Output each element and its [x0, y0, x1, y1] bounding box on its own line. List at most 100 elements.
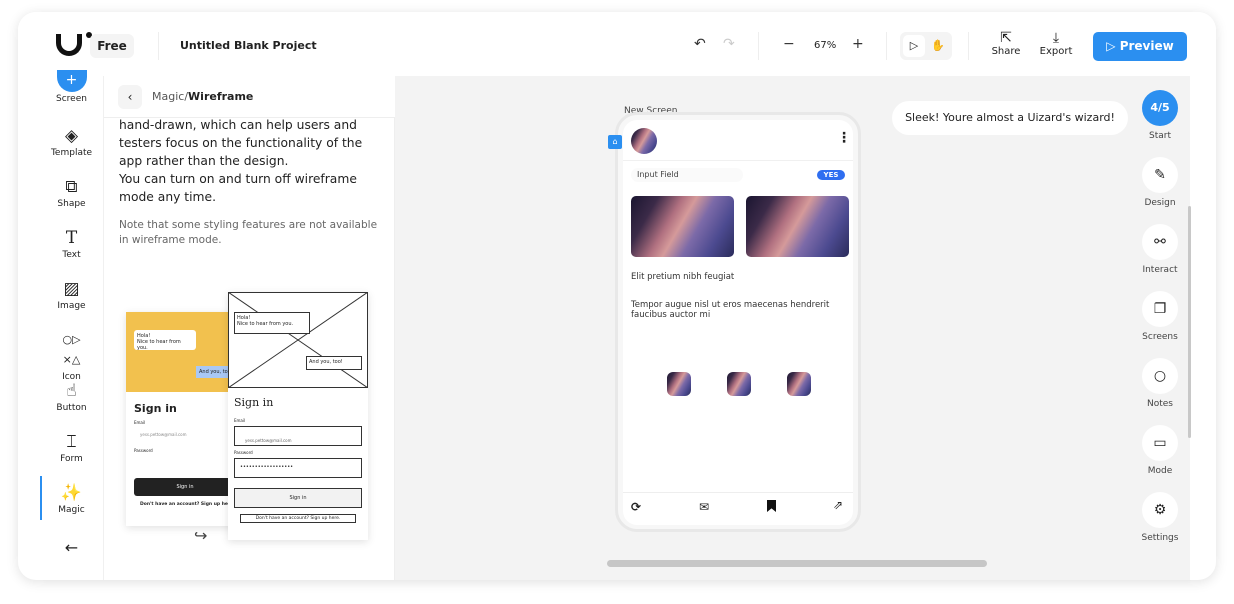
refresh-icon[interactable]: ⟳ — [631, 500, 641, 514]
project-title[interactable]: Untitled Blank Project — [180, 39, 317, 52]
progress-badge[interactable]: 4/5 — [1142, 90, 1178, 126]
play-icon: ▷ — [1106, 39, 1120, 53]
zoom-level[interactable]: 67% — [814, 40, 836, 51]
input-field[interactable]: Input Field — [631, 168, 743, 182]
image — [746, 196, 849, 257]
settings-label[interactable]: Settings — [1130, 533, 1190, 543]
breadcrumb-current: Wireframe — [188, 90, 254, 103]
text-line: mode any time. — [119, 190, 216, 204]
right-toolbar: 4/5 Start ✎ Design ⚯ Interact ❐ Screens … — [1130, 76, 1191, 580]
zoom-in-button[interactable]: + — [852, 36, 864, 52]
text-icon: T — [65, 228, 78, 248]
image-thumbnail — [667, 372, 691, 396]
tool-template[interactable]: ◈ Template — [40, 126, 103, 158]
phone-heading: Elit pretium nibh feugiat — [631, 272, 735, 282]
image-placeholder — [228, 292, 368, 388]
share-button[interactable]: ⇱ Share — [986, 30, 1026, 57]
undo-icon[interactable]: ↶ — [694, 36, 706, 52]
breadcrumb-magic[interactable]: Magic — [152, 90, 184, 103]
mail-icon[interactable]: ✉ — [699, 500, 709, 514]
export-button[interactable]: ⤓ Export — [1036, 30, 1076, 57]
mockup-value: yess.pettow@mail.com — [140, 432, 187, 437]
pencil-icon[interactable]: ✎ — [1142, 157, 1178, 193]
image-icon: ▨ — [63, 279, 80, 299]
image-thumbnail — [787, 372, 811, 396]
notes-icon[interactable]: ○ — [1142, 358, 1178, 394]
shape-icon: ⧉ — [65, 177, 78, 197]
text-line: testers focus on the functionality of th… — [119, 136, 363, 150]
tool-magic[interactable]: ✨ Magic — [40, 483, 103, 515]
tool-form[interactable]: ⌶ Form — [40, 432, 103, 464]
uizard-logo[interactable] — [56, 34, 82, 56]
bookmark-icon[interactable] — [767, 500, 776, 512]
mockup-header — [126, 312, 236, 392]
collapse-arrow-icon[interactable]: ← — [40, 538, 103, 557]
zoom-out-button[interactable]: − — [783, 36, 795, 52]
wire-button: Sign in — [234, 488, 362, 508]
form-icon: ⌶ — [66, 432, 77, 452]
divider — [968, 32, 969, 60]
monitor-icon[interactable]: ▭ — [1142, 425, 1178, 461]
bubble-text: Nice to hear from you. — [137, 339, 181, 351]
interact-label[interactable]: Interact — [1130, 265, 1190, 275]
gear-icon[interactable]: ⚙ — [1142, 492, 1178, 528]
tool-screen[interactable]: + Screen — [40, 70, 103, 104]
horizontal-scrollbar[interactable] — [607, 560, 987, 567]
tool-text[interactable]: T Text — [40, 228, 103, 260]
phone-screen[interactable]: ⋮ Input Field YES Elit pretium nibh feug… — [615, 112, 861, 532]
screens-icon[interactable]: ❐ — [1142, 291, 1178, 327]
divider — [158, 32, 159, 60]
breadcrumb-path: Magic/Wireframe — [152, 90, 253, 103]
button-icon: ☝ — [66, 381, 77, 401]
mockup-label: Email — [134, 420, 146, 425]
styled-mockup: Hola! Nice to hear from you. And you, too… — [126, 312, 236, 526]
tool-shape[interactable]: ⧉ Shape — [40, 177, 103, 209]
tool-button[interactable]: ☝ Button — [40, 381, 103, 413]
vertical-scrollbar[interactable] — [1188, 206, 1191, 438]
export-label: Export — [1039, 46, 1073, 57]
phone-content: ⋮ Input Field YES Elit pretium nibh feug… — [623, 120, 853, 525]
tool-label: Template — [50, 148, 93, 158]
wire-link: Don't have an account? Sign up here. — [240, 514, 356, 523]
download-icon: ⤓ — [1052, 30, 1060, 46]
screens-label[interactable]: Screens — [1130, 332, 1190, 342]
design-label[interactable]: Design — [1130, 198, 1190, 208]
home-screen-icon[interactable]: ⌂ — [608, 135, 622, 149]
text-line: app rather than the design. — [119, 154, 289, 168]
active-indicator — [40, 476, 42, 520]
wire-label: Email — [234, 418, 246, 423]
wire-label: Password — [234, 450, 253, 455]
share-label: Share — [991, 46, 1021, 57]
interact-icon[interactable]: ⚯ — [1142, 224, 1178, 260]
tool-icon[interactable]: ○▷ ×△ Icon — [40, 330, 103, 382]
tip-bubble: Sleek! Youre almost a Uizard's wizard! — [892, 101, 1128, 135]
preview-button[interactable]: ▷ Preview — [1093, 32, 1187, 61]
redo-icon[interactable]: ↷ — [723, 36, 735, 52]
app-window: Free Untitled Blank Project ↶ ↷ − 67% + … — [18, 12, 1216, 580]
bubble-text: Nice to hear from you. — [237, 321, 294, 327]
mode-label[interactable]: Mode — [1130, 466, 1190, 476]
canvas-mode-toggle: ▷ ✋ — [900, 32, 952, 60]
more-vertical-icon[interactable]: ⋮ — [837, 130, 851, 146]
wireframe-note: Note that some styling features are not … — [119, 219, 378, 246]
divider — [758, 32, 759, 60]
tool-label: Shape — [57, 199, 86, 209]
tool-image[interactable]: ▨ Image — [40, 279, 103, 311]
wire-bubble: And you, too! — [306, 356, 362, 370]
back-button[interactable]: ‹ — [118, 85, 142, 109]
hand-icon[interactable]: ✋ — [927, 35, 949, 57]
wireframe-mockup: Hola! Nice to hear from you. And you, too… — [228, 292, 368, 540]
wireframe-description: hand-drawn, which can help users and tes… — [119, 116, 379, 206]
notes-label[interactable]: Notes — [1130, 399, 1190, 409]
start-label[interactable]: Start — [1130, 131, 1190, 141]
mockup-link: Don't have an account? Sign up here. — [140, 502, 235, 507]
top-bar: Free Untitled Blank Project ↶ ↷ − 67% + … — [18, 12, 1216, 76]
mockup-button: Sign in — [134, 478, 236, 496]
image — [631, 196, 734, 257]
share-icon[interactable]: ⇗ — [833, 498, 843, 512]
pointer-icon[interactable]: ▷ — [903, 35, 925, 57]
plan-badge[interactable]: Free — [90, 34, 134, 58]
mockup-title: Sign in — [134, 402, 177, 415]
yes-badge[interactable]: YES — [817, 170, 845, 180]
avatar[interactable] — [631, 128, 657, 154]
